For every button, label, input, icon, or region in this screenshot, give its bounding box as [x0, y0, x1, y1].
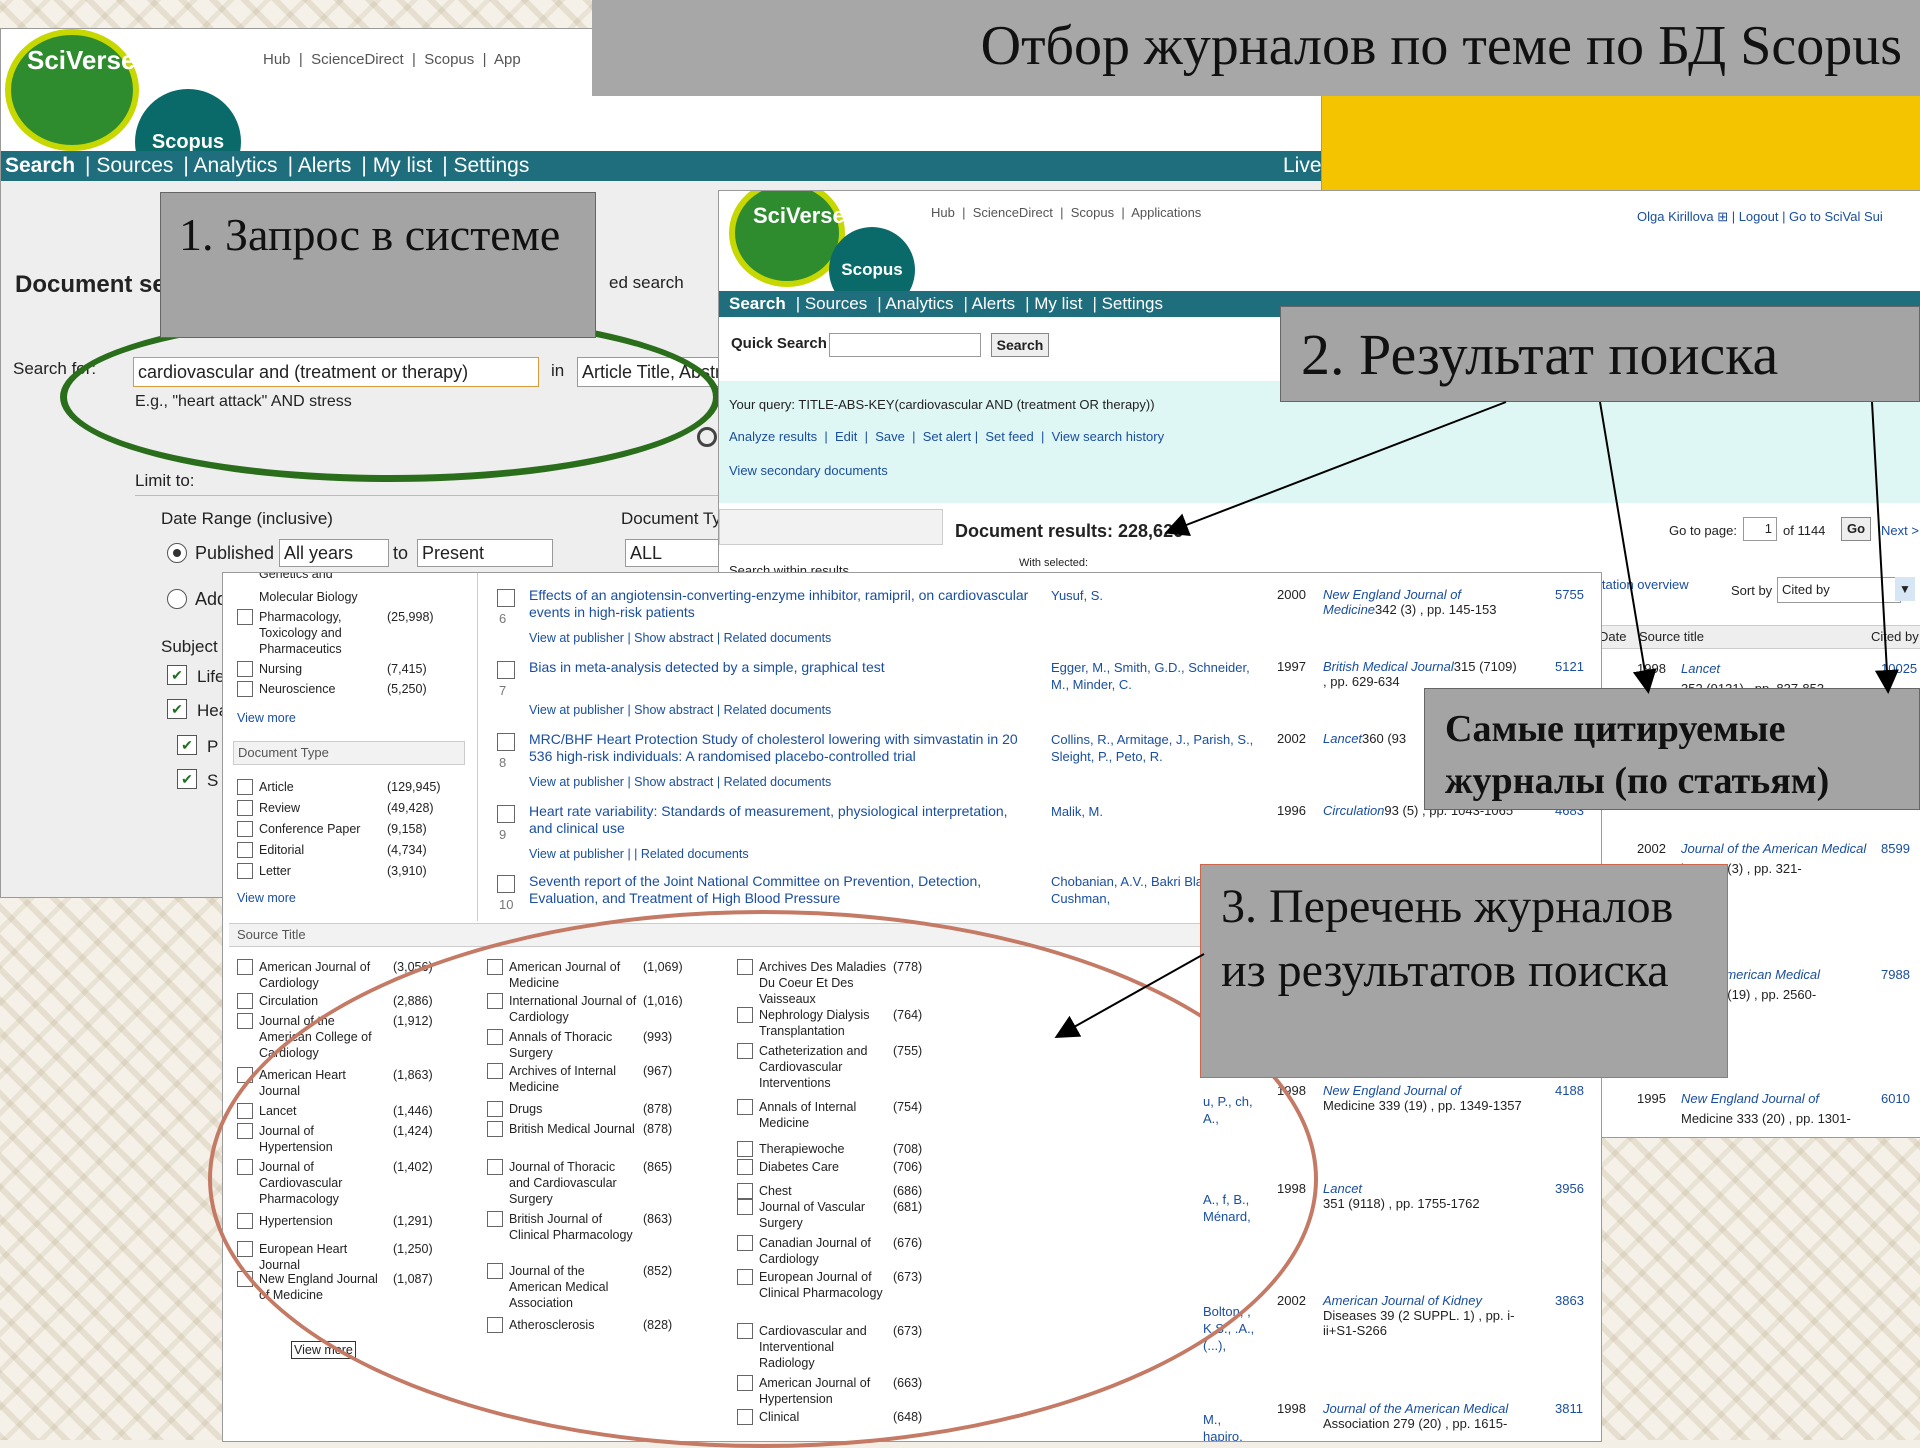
arrow-to-source-col — [1599, 401, 1657, 694]
arrow-to-cited-col — [1871, 401, 1899, 694]
arrow-to-source-list — [1054, 953, 1205, 1038]
arrow-to-doc-results — [1164, 401, 1507, 537]
arrows-overlay — [1054, 401, 1899, 1038]
